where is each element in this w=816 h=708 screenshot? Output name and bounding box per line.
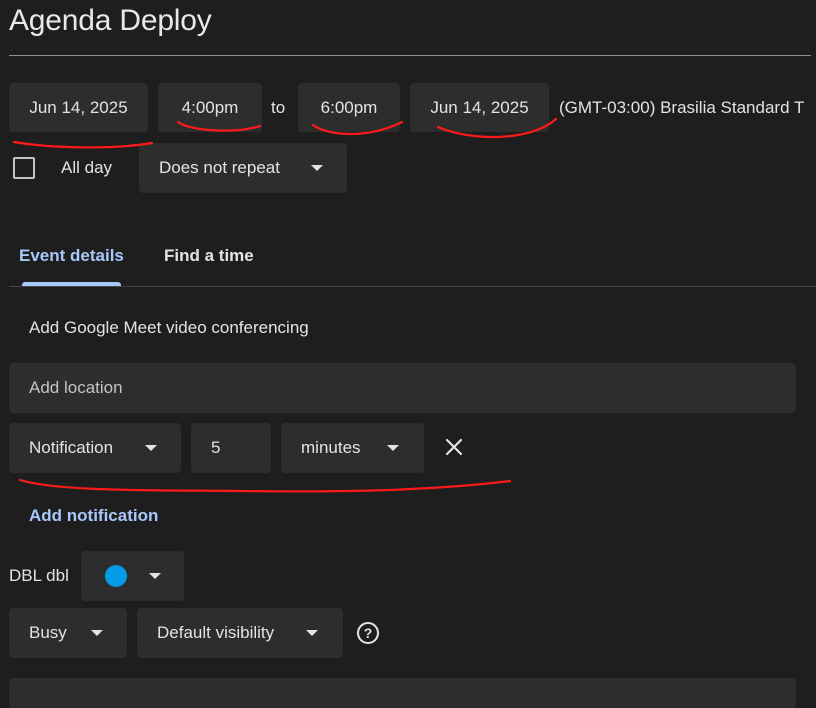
close-icon[interactable]: [443, 436, 465, 458]
notification-type-dropdown[interactable]: Notification: [9, 423, 181, 473]
tabs-divider: [9, 286, 816, 287]
visibility-dropdown[interactable]: Default visibility: [137, 608, 343, 658]
calendar-color-dropdown[interactable]: [81, 551, 184, 601]
end-date-button[interactable]: Jun 14, 2025: [410, 83, 549, 132]
chevron-down-icon: [387, 445, 399, 451]
repeat-value: Does not repeat: [159, 158, 280, 177]
chevron-down-icon: [306, 630, 318, 636]
chevron-down-icon: [145, 445, 157, 451]
event-title[interactable]: Agenda Deploy: [9, 4, 212, 38]
add-notification-button[interactable]: Add notification: [29, 506, 158, 526]
end-time-button[interactable]: 6:00pm: [298, 83, 400, 132]
to-label: to: [271, 98, 286, 117]
calendar-color-swatch: [105, 565, 127, 587]
all-day-checkbox[interactable]: [13, 157, 35, 179]
calendar-label: DBL dbl: [9, 566, 69, 585]
availability-value: Busy: [29, 623, 67, 642]
chevron-down-icon: [149, 573, 161, 579]
location-placeholder: Add location: [29, 378, 123, 397]
description-field[interactable]: [9, 678, 796, 708]
chevron-down-icon: [311, 165, 323, 171]
add-meet-button[interactable]: Add Google Meet video conferencing: [29, 318, 309, 338]
repeat-dropdown[interactable]: Does not repeat: [139, 143, 347, 193]
notification-type-value: Notification: [29, 438, 114, 457]
notification-value: 5: [211, 438, 221, 457]
notification-unit-value: minutes: [301, 438, 361, 457]
timezone-button[interactable]: (GMT-03:00) Brasilia Standard T: [559, 98, 804, 118]
tab-event-details[interactable]: Event details: [19, 246, 124, 266]
tab-find-a-time[interactable]: Find a time: [164, 246, 254, 266]
visibility-value: Default visibility: [157, 623, 275, 642]
all-day-label: All day: [61, 158, 113, 177]
start-date-button[interactable]: Jun 14, 2025: [9, 83, 148, 132]
title-underline: [9, 55, 811, 56]
help-icon[interactable]: ?: [357, 622, 379, 644]
start-time-button[interactable]: 4:00pm: [158, 83, 262, 132]
location-input[interactable]: Add location: [9, 363, 796, 413]
chevron-down-icon: [91, 630, 103, 636]
availability-dropdown[interactable]: Busy: [9, 608, 127, 658]
notification-unit-dropdown[interactable]: minutes: [281, 423, 424, 473]
notification-value-input[interactable]: 5: [191, 423, 271, 473]
